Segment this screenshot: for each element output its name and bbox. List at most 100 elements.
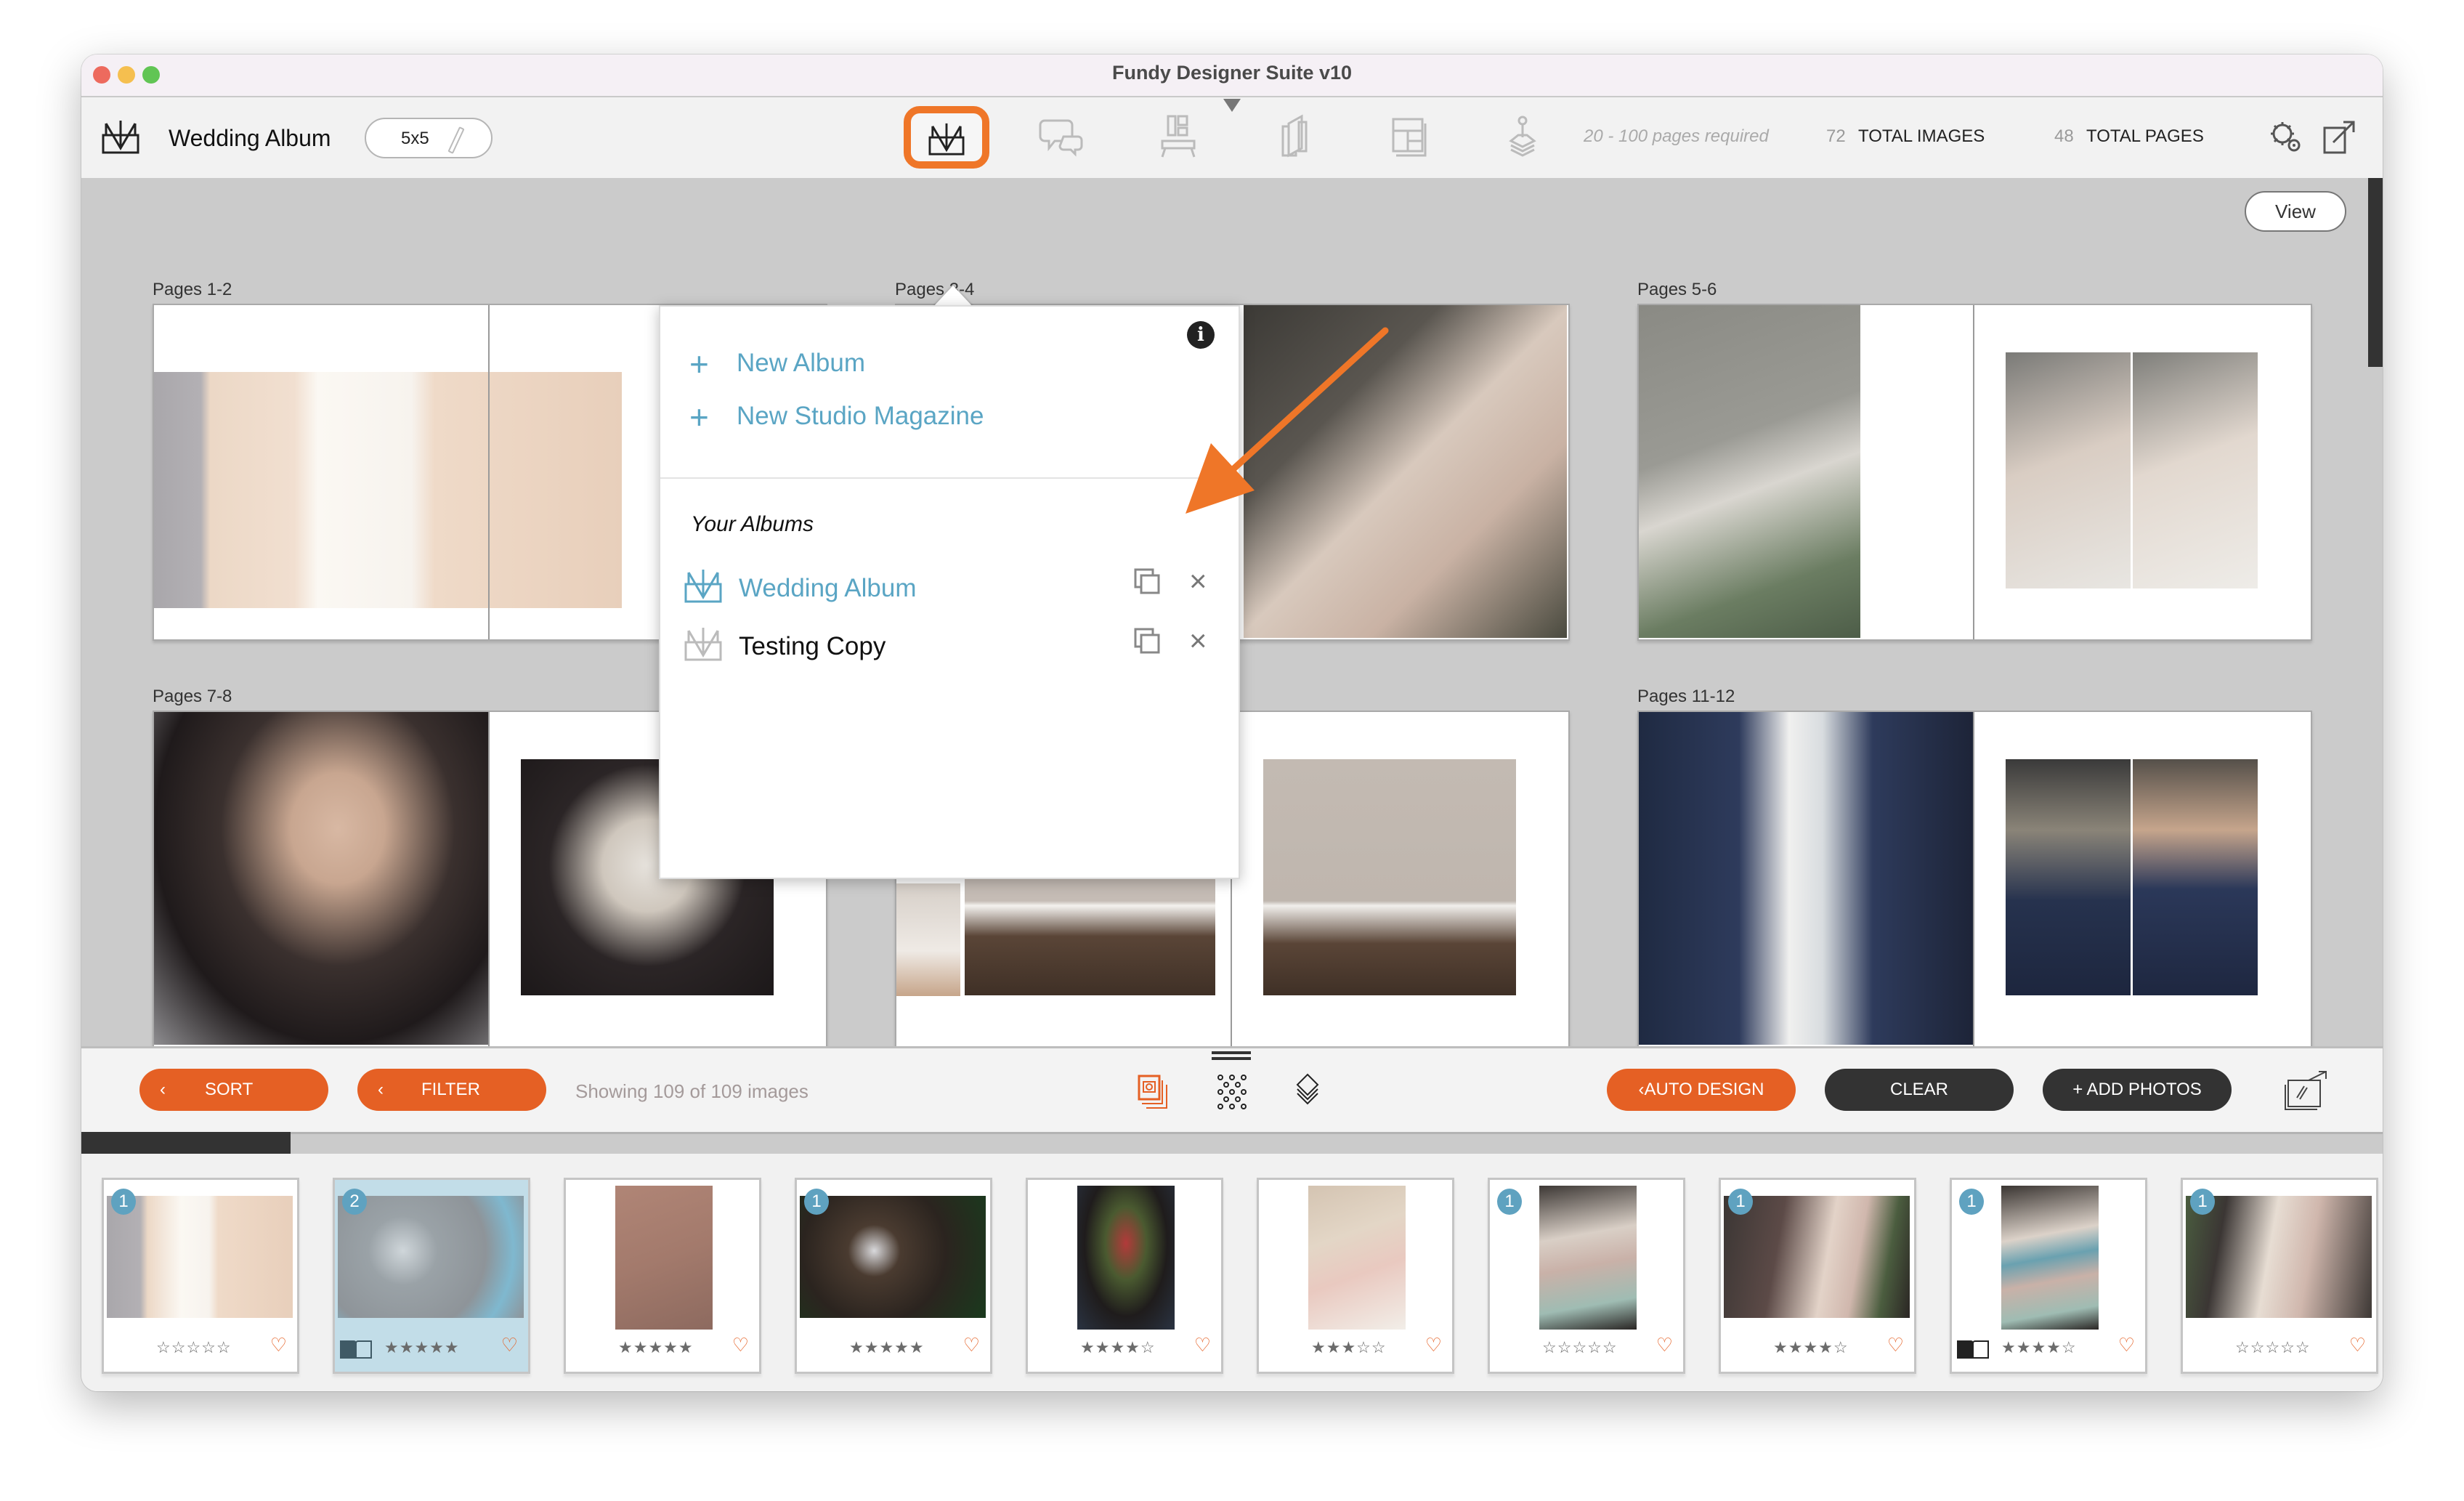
info-icon[interactable]: i — [1187, 321, 1215, 349]
wall-designer-icon[interactable] — [1155, 113, 1201, 160]
image-view-icon[interactable] — [1136, 1073, 1171, 1111]
plus-icon: + — [689, 398, 709, 436]
star-rating[interactable]: ★★★★★ — [849, 1338, 925, 1357]
top-toolbar: Wedding Album 5x5 20 - 100 pages require… — [81, 97, 2383, 180]
thumbnail[interactable]: 1 ★★★★☆ ♡ — [1950, 1178, 2147, 1374]
bride-back-photo[interactable] — [1639, 305, 1860, 638]
thumbnail[interactable]: 1 ☆☆☆☆☆ ♡ — [1488, 1178, 1685, 1374]
album-size-button[interactable]: 5x5 — [365, 118, 493, 158]
album-manager-popup: i + New Album + New Studio Magazine Your… — [659, 305, 1240, 879]
star-rating[interactable]: ☆☆☆☆☆ — [156, 1338, 232, 1357]
star-rating[interactable]: ☆☆☆☆☆ — [1542, 1338, 1618, 1357]
view-button[interactable]: View — [2245, 191, 2346, 232]
auto-design-button[interactable]: ‹AUTO DESIGN — [1607, 1069, 1796, 1111]
star-rating[interactable]: ★★★★☆ — [1773, 1338, 1849, 1357]
new-album-button[interactable]: + — [689, 344, 709, 384]
plus-icon: + — [689, 345, 709, 383]
thumbnail-image — [338, 1196, 524, 1318]
clear-button[interactable]: CLEAR — [1825, 1069, 2014, 1111]
bride-earring-photo[interactable] — [2006, 352, 2131, 588]
grid-view-icon[interactable] — [1215, 1073, 1249, 1114]
settings-gear-icon[interactable] — [2268, 119, 2304, 155]
your-albums-heading: Your Albums — [691, 512, 814, 536]
duplicate-album-icon[interactable] — [1134, 628, 1160, 654]
favorite-heart-icon[interactable]: ♡ — [2349, 1334, 2366, 1356]
star-rating[interactable]: ★★★★☆ — [2001, 1338, 2077, 1357]
new-studio-magazine-button[interactable]: + — [689, 397, 709, 437]
filmstrip-scrollbar[interactable] — [81, 1132, 2383, 1156]
thumbnail[interactable]: ★★★☆☆ ♡ — [1257, 1178, 1454, 1374]
thumbnail[interactable]: ★★★★☆ ♡ — [1026, 1178, 1223, 1374]
vertical-scrollbar-thumb[interactable] — [2368, 178, 2383, 367]
thumbnail[interactable]: 1 ☆☆☆☆☆ ♡ — [2181, 1178, 2378, 1374]
pencil-icon — [447, 126, 465, 154]
dresses-photo[interactable] — [154, 372, 622, 608]
album-designer-icon — [928, 123, 965, 155]
album-row-testing-copy[interactable]: Testing Copy × — [675, 623, 1227, 670]
image-box-icon[interactable] — [1386, 113, 1432, 160]
window-title: Fundy Designer Suite v10 — [1111, 62, 1353, 84]
delete-album-icon[interactable]: × — [1189, 623, 1207, 658]
groom-suit-photo[interactable] — [1639, 712, 1973, 1045]
thumbnail[interactable]: 1 ★★★★★ ♡ — [795, 1178, 992, 1374]
filter-button[interactable]: ‹ FILTER — [357, 1069, 546, 1111]
total-pages-label: TOTAL PAGES — [2086, 126, 2204, 146]
spreads-canvas: View Pages 1-2 Pages 3-4 Pages 5-6 Pages… — [81, 178, 2383, 1048]
album-size-label: 5x5 — [401, 129, 429, 148]
thumbnail-image — [107, 1196, 293, 1318]
in-book-icon — [340, 1340, 372, 1359]
divider — [660, 477, 1239, 479]
add-photos-button[interactable]: + ADD PHOTOS — [2043, 1069, 2232, 1111]
usage-badge: 1 — [1959, 1189, 1984, 1215]
new-studio-magazine-label[interactable]: New Studio Magazine — [737, 402, 984, 431]
delete-album-icon[interactable]: × — [1189, 564, 1207, 599]
star-rating[interactable]: ★★★☆☆ — [1311, 1338, 1387, 1357]
layers-icon[interactable] — [1294, 1073, 1321, 1109]
thumbnail[interactable]: 1 ☆☆☆☆☆ ♡ — [102, 1178, 299, 1374]
auto-design-label: AUTO DESIGN — [1644, 1080, 1764, 1099]
filmstrip-scrollbar-thumb[interactable] — [81, 1132, 291, 1154]
favorite-heart-icon[interactable]: ♡ — [963, 1334, 980, 1356]
proofing-chat-icon[interactable] — [1039, 113, 1085, 160]
star-rating[interactable]: ★★★★☆ — [1080, 1338, 1156, 1357]
album-row-wedding-album[interactable]: Wedding Album × — [675, 564, 1227, 612]
thumbnail-image — [615, 1186, 713, 1330]
groom-seated-photo[interactable] — [2133, 759, 2258, 995]
favorite-heart-icon[interactable]: ♡ — [732, 1334, 749, 1356]
favorite-heart-icon[interactable]: ♡ — [1425, 1334, 1442, 1356]
duplicate-album-icon[interactable] — [1134, 568, 1160, 594]
expand-filmstrip-icon[interactable] — [2282, 1070, 2329, 1111]
bride-dress-photo[interactable] — [2133, 352, 2258, 588]
usage-badge: 1 — [2190, 1189, 2215, 1215]
first-look-small-photo-2[interactable] — [896, 883, 960, 996]
thumbnail-image — [1539, 1186, 1637, 1330]
star-rating[interactable]: ★★★★★ — [384, 1338, 460, 1357]
spread-pages-5-6[interactable] — [1637, 304, 2312, 641]
drag-handle[interactable] — [1212, 1051, 1251, 1054]
album-name: Wedding Album — [169, 125, 331, 151]
thumbnail[interactable]: 1 ★★★★☆ ♡ — [1719, 1178, 1916, 1374]
favorite-heart-icon[interactable]: ♡ — [1194, 1334, 1211, 1356]
favorite-heart-icon[interactable]: ♡ — [2118, 1334, 2135, 1356]
album-designer-tool-button[interactable] — [904, 106, 989, 169]
bride-flowergirl-photo[interactable] — [1244, 305, 1567, 638]
father-hug-photo[interactable] — [1263, 759, 1516, 995]
thumbnail[interactable]: ★★★★★ ♡ — [564, 1178, 761, 1374]
star-rating[interactable]: ★★★★★ — [618, 1338, 694, 1357]
studio-sales-icon[interactable] — [1499, 113, 1546, 160]
total-images-count: 72 — [1826, 126, 1846, 146]
card-designer-icon[interactable] — [1273, 113, 1319, 160]
new-album-label[interactable]: New Album — [737, 349, 865, 378]
favorite-heart-icon[interactable]: ♡ — [270, 1334, 287, 1356]
spread-pages-11-12[interactable] — [1637, 711, 2312, 1048]
favorite-heart-icon[interactable]: ♡ — [501, 1334, 518, 1356]
groom-window-photo[interactable] — [2006, 759, 2131, 995]
bride-portrait-photo[interactable] — [154, 712, 488, 1045]
drag-handle[interactable] — [1212, 1057, 1251, 1060]
thumbnail-selected[interactable]: 2 ★★★★★ ♡ — [333, 1178, 530, 1374]
favorite-heart-icon[interactable]: ♡ — [1887, 1334, 1904, 1356]
sort-button[interactable]: ‹ SORT — [139, 1069, 328, 1111]
favorite-heart-icon[interactable]: ♡ — [1656, 1334, 1673, 1356]
export-icon[interactable] — [2322, 118, 2358, 155]
star-rating[interactable]: ☆☆☆☆☆ — [2235, 1338, 2311, 1357]
